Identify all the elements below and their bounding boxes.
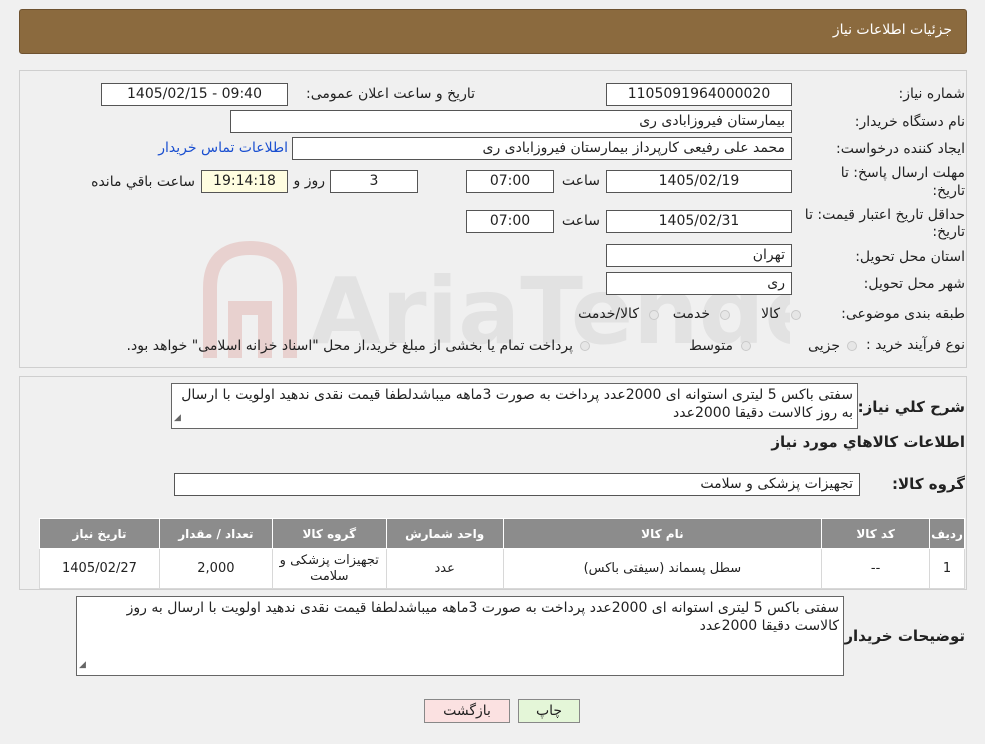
announce-datetime-field: 1405/02/15 - 09:40 [101, 83, 288, 106]
col-code: کد کالا [821, 518, 931, 549]
remaining-time-field: 19:14:18 [201, 170, 288, 193]
buyer-org-field: بیمارستان فیروزابادی ری [230, 110, 792, 133]
category-radio-goods-service[interactable] [649, 310, 659, 320]
process-type-label: نوع فرآیند خرید : [866, 337, 965, 353]
creator-label: ایجاد کننده درخواست: [836, 141, 965, 157]
city-field: ری [606, 272, 792, 295]
resize-grip-icon[interactable]: ◢ [79, 656, 86, 674]
process-radio-medium[interactable] [741, 341, 751, 351]
deadline-time-field: 07:00 [466, 170, 554, 193]
cell-row: 1 [929, 548, 965, 589]
page-title: جزئیات اطلاعات نیاز [832, 22, 952, 38]
process-radio-minor[interactable] [847, 341, 857, 351]
process-radio-treasury[interactable] [580, 341, 590, 351]
description-textarea[interactable]: سفتی باکس 5 لیتری استوانه ای 2000عدد پرد… [171, 383, 858, 429]
province-field: تهران [606, 244, 792, 267]
process-option-medium: متوسط [689, 338, 733, 354]
col-name: نام کالا [502, 518, 823, 549]
description-text: سفتی باکس 5 لیتری استوانه ای 2000عدد پرد… [181, 387, 853, 421]
deadline-date-field: 1405/02/19 [606, 170, 792, 193]
cell-unit: عدد [385, 548, 504, 589]
goods-table: رديف کد کالا نام کالا واحد شمارش گروه کا… [39, 518, 965, 589]
print-button[interactable]: چاپ [518, 699, 580, 723]
buyer-notes-text: سفتی باکس 5 لیتری استوانه ای 2000عدد پرد… [126, 600, 839, 634]
category-radio-goods[interactable] [791, 310, 801, 320]
city-label: شهر محل تحویل: [863, 276, 965, 292]
process-note: پرداخت تمام یا بخشی از مبلغ خرید،از محل … [126, 338, 573, 354]
cell-group: تجهیزات پزشکی و سلامت [271, 548, 387, 589]
category-label: طبقه بندی موضوعی: [841, 306, 965, 322]
buyer-notes-label: توضیحات خریدار: [838, 627, 965, 645]
description-label: شرح کلي نياز: [857, 398, 965, 416]
deadline-label-line1: مهلت ارسال پاسخ: تا [840, 165, 965, 181]
buyer-contact-link[interactable]: اطلاعات تماس خریدار [158, 140, 288, 156]
category-option-service: خدمت [672, 306, 710, 322]
validity-time-field: 07:00 [466, 210, 554, 233]
col-qty: تعداد / مقدار [158, 518, 273, 549]
validity-label-line2: تاریخ: [932, 224, 965, 240]
deadline-label-line2: تاریخ: [932, 183, 965, 199]
need-number-label: شماره نیاز: [898, 86, 966, 102]
category-option-goods: کالا [761, 306, 780, 322]
buyer-notes-textarea[interactable]: سفتی باکس 5 لیتری استوانه ای 2000عدد پرد… [76, 596, 844, 676]
buyer-org-label: نام دستگاه خریدار: [854, 114, 965, 130]
col-date: تاریخ نیاز [39, 518, 160, 549]
announce-label: تاریخ و ساعت اعلان عمومی: [306, 86, 475, 102]
days-label: روز و [293, 173, 326, 189]
cell-qty: 2,000 [158, 548, 273, 589]
cell-name: سطل پسماند (سیفتی باکس) [502, 548, 823, 589]
col-row: رديف [929, 518, 965, 549]
validity-date-field: 1405/02/31 [606, 210, 792, 233]
goods-section-title: اطلاعات کالاهاي مورد نياز [771, 433, 965, 451]
goods-table-header: رديف کد کالا نام کالا واحد شمارش گروه کا… [39, 518, 965, 549]
cell-date: 1405/02/27 [39, 548, 160, 589]
remaining-days-field: 3 [330, 170, 418, 193]
page-header: جزئیات اطلاعات نیاز [19, 9, 967, 54]
goods-group-label: گروه کالا: [892, 475, 965, 493]
table-row: 1 -- سطل پسماند (سیفتی باکس) عدد تجهیزات… [39, 548, 965, 589]
goods-group-field: تجهیزات پزشکی و سلامت [174, 473, 860, 496]
creator-field: محمد علی رفیعی کارپرداز بیمارستان فیروزا… [292, 137, 792, 160]
deadline-time-label: ساعت [561, 173, 600, 189]
resize-grip-icon[interactable]: ◢ [174, 409, 181, 427]
province-label: استان محل تحویل: [855, 249, 965, 265]
category-radio-service[interactable] [720, 310, 730, 320]
process-option-minor: جزیی [808, 338, 840, 354]
category-option-goods-service: کالا/خدمت [578, 306, 639, 322]
remaining-label: ساعت باقي مانده [91, 174, 195, 190]
col-group: گروه کالا [271, 518, 387, 549]
col-unit: واحد شمارش [385, 518, 504, 549]
need-number-field: 1105091964000020 [606, 83, 792, 106]
validity-label-line1: حداقل تاریخ اعتبار قیمت: تا [804, 207, 965, 223]
back-button[interactable]: بازگشت [424, 699, 510, 723]
validity-time-label: ساعت [561, 213, 600, 229]
cell-code: -- [821, 548, 931, 589]
